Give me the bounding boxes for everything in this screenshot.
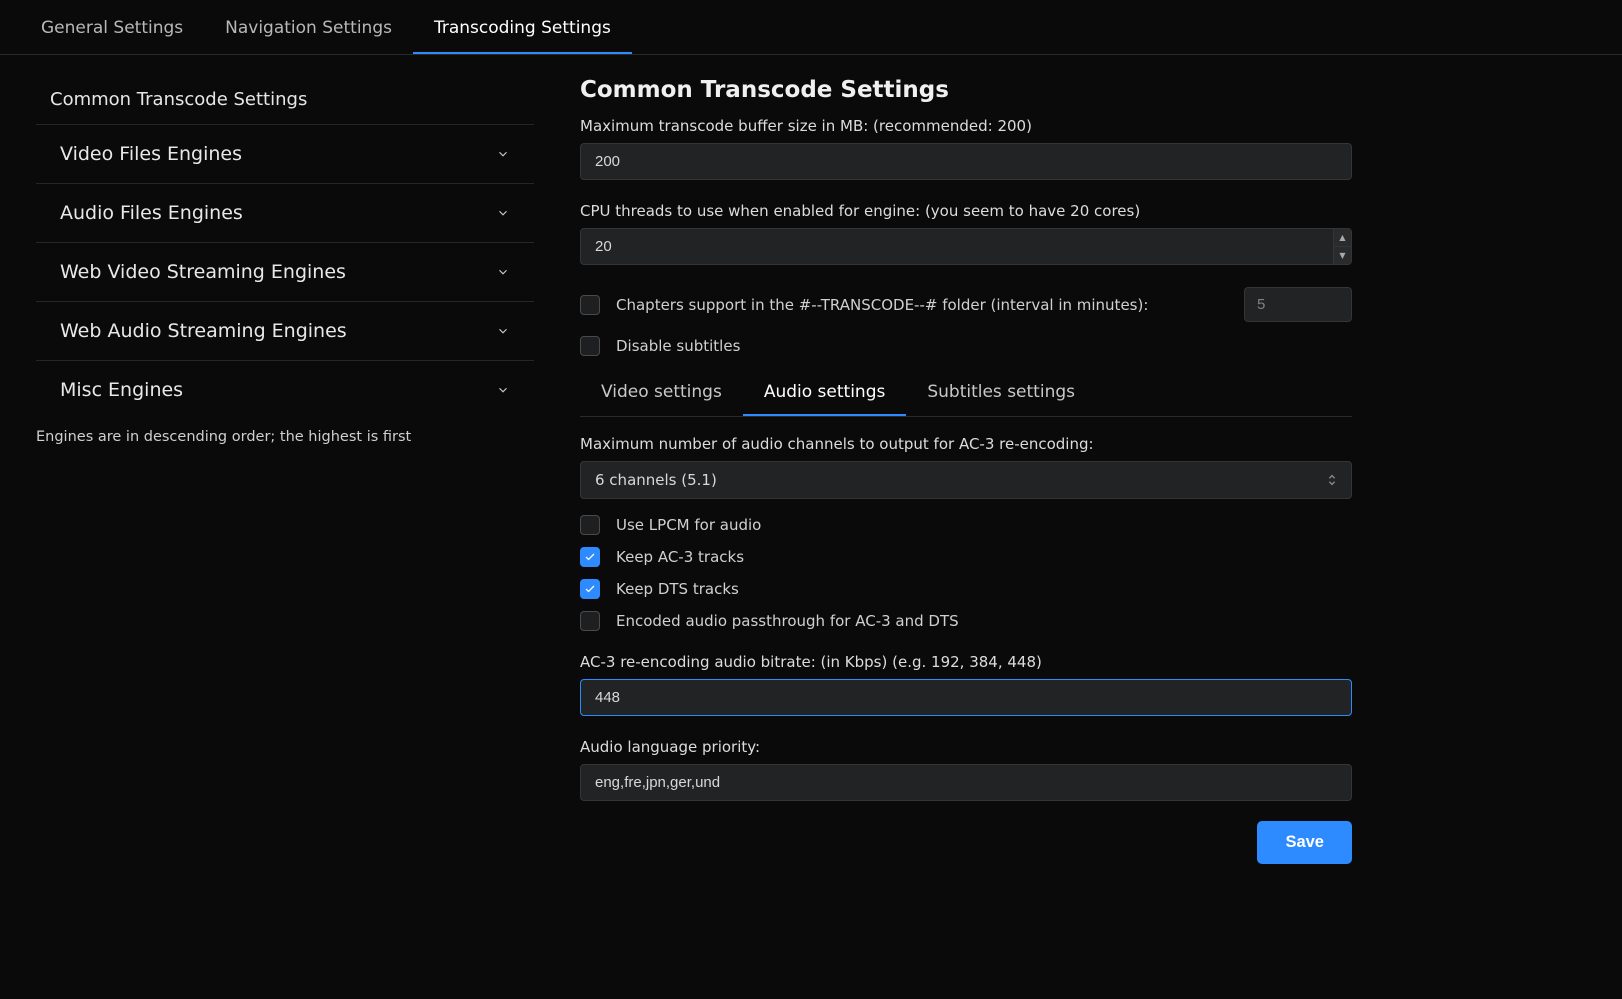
lang-label: Audio language priority:: [580, 738, 1352, 756]
disable-subs-checkbox[interactable]: [580, 336, 600, 356]
top-tabs: General Settings Navigation Settings Tra…: [0, 0, 1622, 55]
cpu-input[interactable]: [580, 228, 1352, 265]
keep-dts-label: Keep DTS tracks: [616, 580, 739, 598]
sidebar-heading[interactable]: Common Transcode Settings: [36, 75, 534, 124]
subtab-video[interactable]: Video settings: [580, 370, 743, 416]
chevron-down-icon: [496, 206, 510, 220]
panel-title: Common Transcode Settings: [580, 77, 1352, 103]
cpu-step-down[interactable]: ▼: [1334, 247, 1351, 264]
tab-general[interactable]: General Settings: [20, 0, 204, 54]
save-button[interactable]: Save: [1257, 821, 1352, 864]
sidebar-item-label: Audio Files Engines: [60, 202, 243, 224]
chevron-down-icon: [496, 324, 510, 338]
cpu-label: CPU threads to use when enabled for engi…: [580, 202, 1352, 220]
sidebar: Common Transcode Settings Video Files En…: [0, 55, 550, 884]
buffer-input[interactable]: [580, 143, 1352, 180]
chevron-down-icon: [496, 383, 510, 397]
lpcm-label: Use LPCM for audio: [616, 516, 761, 534]
subtab-subs[interactable]: Subtitles settings: [906, 370, 1096, 416]
sidebar-item-web-audio[interactable]: Web Audio Streaming Engines: [36, 301, 534, 360]
keep-dts-checkbox[interactable]: [580, 579, 600, 599]
sidebar-item-audio-files[interactable]: Audio Files Engines: [36, 183, 534, 242]
sidebar-item-label: Web Video Streaming Engines: [60, 261, 346, 283]
cpu-step-up[interactable]: ▲: [1334, 229, 1351, 247]
chapters-checkbox[interactable]: [580, 295, 600, 315]
buffer-label: Maximum transcode buffer size in MB: (re…: [580, 117, 1352, 135]
channels-label: Maximum number of audio channels to outp…: [580, 435, 1352, 453]
subtab-audio[interactable]: Audio settings: [743, 370, 907, 416]
lpcm-checkbox[interactable]: [580, 515, 600, 535]
sidebar-item-video-files[interactable]: Video Files Engines: [36, 124, 534, 183]
channels-select[interactable]: 6 channels (5.1): [580, 461, 1352, 499]
select-updown-icon: [1327, 473, 1337, 487]
sidebar-item-misc[interactable]: Misc Engines: [36, 360, 534, 419]
tab-navigation[interactable]: Navigation Settings: [204, 0, 413, 54]
lang-input[interactable]: [580, 764, 1352, 801]
sidebar-item-label: Video Files Engines: [60, 143, 242, 165]
disable-subs-label: Disable subtitles: [616, 337, 740, 355]
sub-tabs: Video settings Audio settings Subtitles …: [580, 370, 1352, 417]
keep-ac3-checkbox[interactable]: [580, 547, 600, 567]
chapters-label: Chapters support in the #--TRANSCODE--# …: [616, 296, 1148, 314]
main-panel: Common Transcode Settings Maximum transc…: [550, 55, 1622, 884]
channels-value: 6 channels (5.1): [595, 471, 717, 489]
passthrough-checkbox[interactable]: [580, 611, 600, 631]
bitrate-input[interactable]: [580, 679, 1352, 716]
chevron-down-icon: [496, 265, 510, 279]
chevron-down-icon: [496, 147, 510, 161]
sidebar-item-label: Misc Engines: [60, 379, 183, 401]
chapters-interval-input[interactable]: [1244, 287, 1352, 322]
sidebar-item-label: Web Audio Streaming Engines: [60, 320, 347, 342]
tab-transcoding[interactable]: Transcoding Settings: [413, 0, 632, 54]
keep-ac3-label: Keep AC-3 tracks: [616, 548, 744, 566]
bitrate-label: AC-3 re-encoding audio bitrate: (in Kbps…: [580, 653, 1352, 671]
sidebar-note: Engines are in descending order; the hig…: [36, 419, 534, 445]
passthrough-label: Encoded audio passthrough for AC-3 and D…: [616, 612, 959, 630]
sidebar-item-web-video[interactable]: Web Video Streaming Engines: [36, 242, 534, 301]
